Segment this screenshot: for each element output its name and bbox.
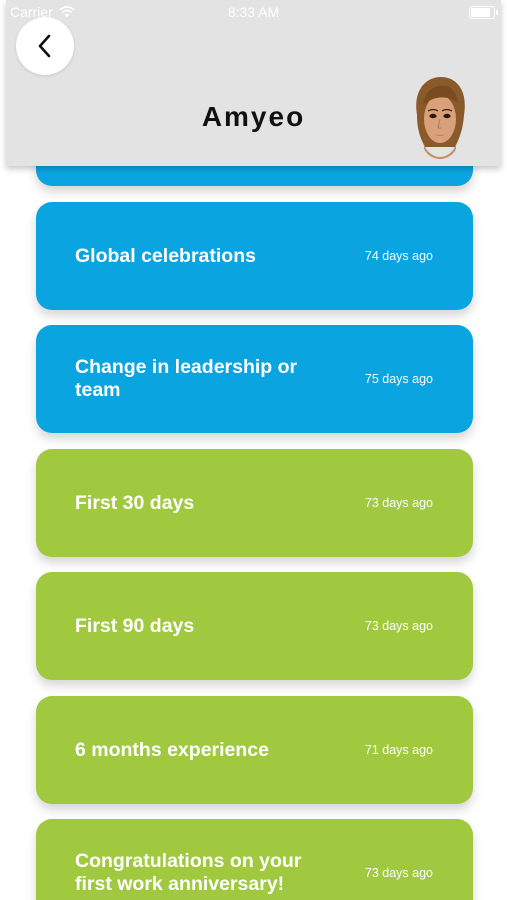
milestone-card[interactable]: Global celebrations 74 days ago xyxy=(36,202,473,310)
milestone-title: 6 months experience xyxy=(75,738,269,761)
milestone-card[interactable]: First 90 days 73 days ago xyxy=(36,572,473,680)
milestone-time: 71 days ago xyxy=(364,743,433,757)
milestone-card[interactable]: Change in leadership or team 75 days ago xyxy=(36,325,473,433)
milestone-title: First 90 days xyxy=(75,614,195,637)
battery-icon xyxy=(469,6,498,19)
avatar[interactable] xyxy=(411,75,469,159)
milestone-title: Congratulations on your first work anniv… xyxy=(75,850,302,895)
header: Carrier 8:33 AM Amyeo xyxy=(6,0,501,166)
milestone-card[interactable]: Congratulations on your first work anniv… xyxy=(36,819,473,900)
status-time: 8:33 AM xyxy=(227,4,280,20)
milestone-time: 73 days ago xyxy=(364,619,433,633)
milestone-title: Change in leadership or team xyxy=(75,356,298,401)
milestone-time: 74 days ago xyxy=(364,249,433,263)
milestone-card[interactable]: 6 months experience 71 days ago xyxy=(36,696,473,804)
milestone-time: 73 days ago xyxy=(364,496,433,510)
milestone-card[interactable]: First 30 days 73 days ago xyxy=(36,449,473,557)
status-bar: Carrier 8:33 AM xyxy=(6,0,501,24)
milestone-time: 75 days ago xyxy=(364,372,433,386)
chevron-left-icon xyxy=(38,34,51,58)
milestone-title: First 30 days xyxy=(75,491,195,514)
back-button[interactable] xyxy=(16,17,74,75)
screen: Global celebrations 74 days ago Change i… xyxy=(0,0,507,900)
milestone-title: Global celebrations xyxy=(75,244,256,267)
milestone-time: 73 days ago xyxy=(364,866,433,880)
